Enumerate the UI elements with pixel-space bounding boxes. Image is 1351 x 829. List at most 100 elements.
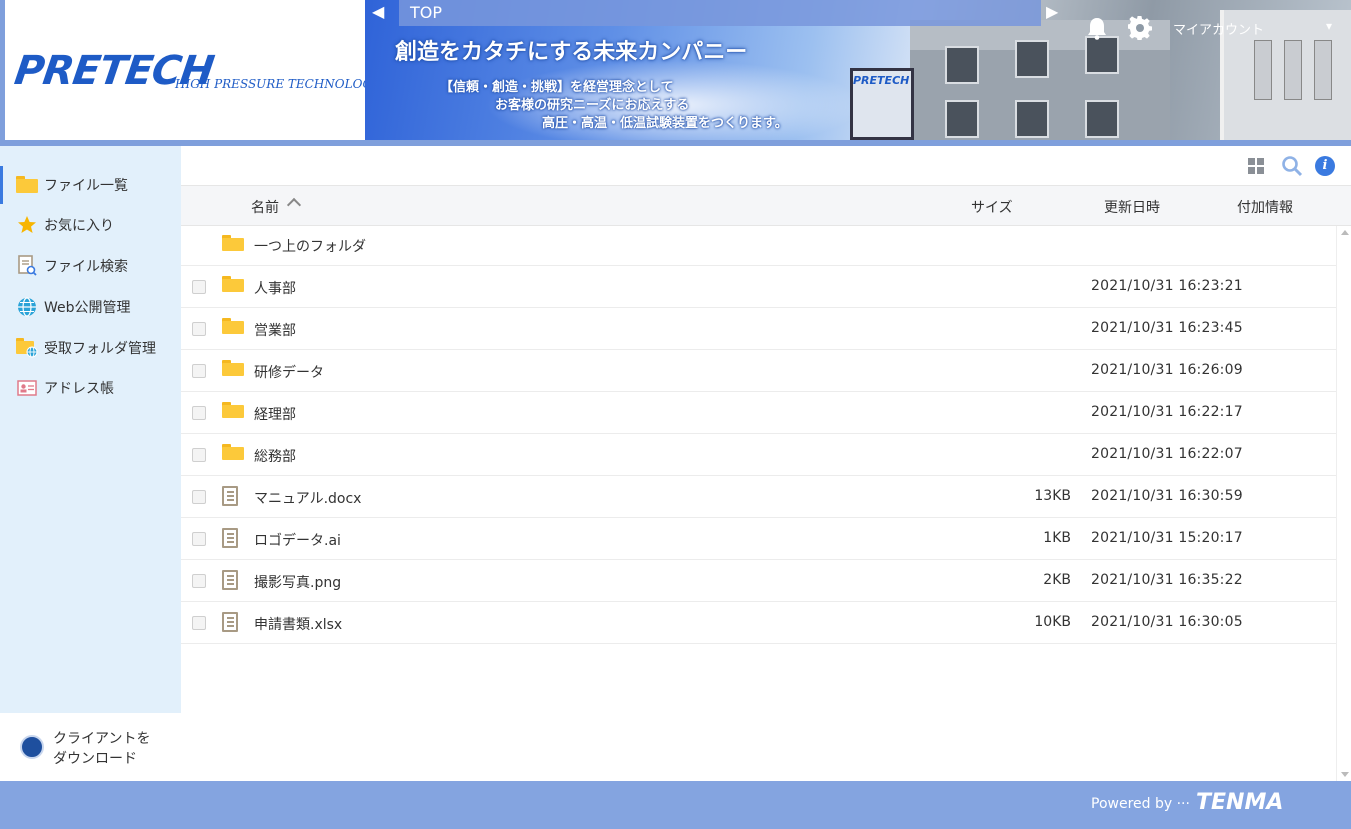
- sort-ascending-icon[interactable]: [286, 197, 302, 213]
- scroll-up-icon[interactable]: [1341, 230, 1349, 235]
- header: PRETECH HIGH PRESSURE TECHNOLOGY PRETECH…: [0, 0, 1351, 146]
- column-header-name[interactable]: 名前: [251, 197, 279, 217]
- file-updated: 2021/10/31 16:22:17: [1091, 404, 1243, 420]
- sidebar-item-label: Web公開管理: [44, 300, 131, 316]
- table-row[interactable]: 申請書類.xlsx 10KB 2021/10/31 16:30:05: [181, 602, 1336, 644]
- machine-panel: [1314, 40, 1332, 100]
- tab-top[interactable]: TOP: [410, 3, 442, 22]
- powered-by-label: Powered by ···: [1091, 796, 1190, 812]
- file-name: 経理部: [254, 407, 296, 423]
- banner-line-2: お客様の研究ニーズにお応えする: [495, 98, 690, 113]
- file-name: 撮影写真.png: [254, 575, 342, 591]
- sidebar-item-label: ファイル一覧: [44, 178, 128, 194]
- grid-view-icon[interactable]: [1248, 158, 1264, 174]
- sidebar-item-receive-folder[interactable]: 受取フォルダ管理: [0, 329, 181, 367]
- table-row[interactable]: 撮影写真.png 2KB 2021/10/31 16:35:22: [181, 560, 1336, 602]
- sidebar-item-label: アドレス帳: [44, 381, 114, 397]
- row-checkbox[interactable]: [192, 616, 206, 630]
- toolbar: i: [181, 146, 1351, 186]
- address-book-icon: [16, 377, 38, 399]
- vertical-scrollbar[interactable]: [1336, 226, 1351, 781]
- gear-icon[interactable]: [1127, 15, 1152, 41]
- table-row[interactable]: 営業部 2021/10/31 16:23:45: [181, 308, 1336, 350]
- table-row[interactable]: 人事部 2021/10/31 16:23:21: [181, 266, 1336, 308]
- sidebar-item-web-publish[interactable]: Web公開管理: [0, 288, 181, 326]
- tab-next-icon[interactable]: ▶: [1046, 2, 1058, 21]
- document-icon: [222, 570, 244, 590]
- banner-window: [945, 46, 979, 84]
- column-header-size[interactable]: サイズ: [971, 197, 1013, 217]
- info-icon[interactable]: i: [1315, 156, 1335, 176]
- sidebar-item-label: 受取フォルダ管理: [44, 341, 156, 357]
- download-client-label-line1: クライアントを: [53, 731, 151, 747]
- banner-window: [945, 100, 979, 138]
- row-checkbox[interactable]: [192, 490, 206, 504]
- file-name: 営業部: [254, 323, 296, 339]
- folder-icon: [222, 318, 244, 336]
- footer: Powered by ··· TENMA: [0, 781, 1351, 829]
- download-client-link[interactable]: クライアントを ダウンロード: [0, 713, 181, 781]
- globe-download-icon: [20, 735, 44, 759]
- folder-icon: [222, 444, 244, 462]
- scroll-down-icon[interactable]: [1341, 772, 1349, 777]
- banner-line-3: 高圧・高温・低温試験装置をつくります。: [542, 116, 788, 131]
- logo-subtitle: HIGH PRESSURE TECHNOLOGY: [175, 77, 380, 91]
- bell-icon[interactable]: [1086, 16, 1108, 40]
- table-row[interactable]: 研修データ 2021/10/31 16:26:09: [181, 350, 1336, 392]
- file-size: 1KB: [1043, 530, 1071, 546]
- machine-panel: [1284, 40, 1302, 100]
- file-updated: 2021/10/31 16:22:07: [1091, 446, 1243, 462]
- sidebar: ファイル一覧 お気に入り ファイル検索 Web公開管理 受取フォルダ管理 アドレ…: [0, 146, 181, 713]
- row-checkbox[interactable]: [192, 280, 206, 294]
- file-list-panel: i 名前 サイズ 更新日時 付加情報 一つ上のフォルダ 人事部 2021/10/…: [181, 146, 1351, 781]
- file-size: 10KB: [1034, 614, 1071, 630]
- sidebar-item-file-search[interactable]: ファイル検索: [0, 247, 181, 285]
- table-row[interactable]: マニュアル.docx 13KB 2021/10/31 16:30:59: [181, 476, 1336, 518]
- sidebar-item-address-book[interactable]: アドレス帳: [0, 369, 181, 407]
- table-row[interactable]: 総務部 2021/10/31 16:22:07: [181, 434, 1336, 476]
- column-header-updated[interactable]: 更新日時: [1104, 197, 1160, 217]
- banner-window: [1085, 36, 1119, 74]
- file-size: 2KB: [1043, 572, 1071, 588]
- table-row-parent-folder[interactable]: 一つ上のフォルダ: [181, 226, 1336, 266]
- folder-icon: [222, 235, 244, 253]
- column-header-extra[interactable]: 付加情報: [1237, 197, 1293, 217]
- banner-headline: 創造をカタチにする未来カンパニー: [395, 40, 748, 65]
- my-account-menu[interactable]: マイアカウント: [1173, 19, 1264, 38]
- row-checkbox[interactable]: [192, 448, 206, 462]
- file-updated: 2021/10/31 16:26:09: [1091, 362, 1243, 378]
- table-row[interactable]: 経理部 2021/10/31 16:22:17: [181, 392, 1336, 434]
- logo[interactable]: PRETECH HIGH PRESSURE TECHNOLOGY: [5, 0, 380, 140]
- file-name: 研修データ: [254, 365, 324, 381]
- folder-icon: [222, 276, 244, 294]
- sidebar-item-file-list[interactable]: ファイル一覧: [0, 166, 181, 204]
- table-row[interactable]: ロゴデータ.ai 1KB 2021/10/31 15:20:17: [181, 518, 1336, 560]
- row-checkbox[interactable]: [192, 364, 206, 378]
- banner-window: [1015, 40, 1049, 78]
- row-checkbox[interactable]: [192, 322, 206, 336]
- file-updated: 2021/10/31 16:23:21: [1091, 278, 1243, 294]
- document-icon: [222, 612, 244, 632]
- sidebar-item-label: お気に入り: [44, 218, 114, 234]
- folder-globe-icon: [16, 337, 38, 359]
- document-icon: [222, 528, 244, 548]
- file-updated: 2021/10/31 16:23:45: [1091, 320, 1243, 336]
- sidebar-item-label: ファイル検索: [44, 259, 128, 275]
- document-icon: [222, 486, 244, 506]
- sidebar-item-favorites[interactable]: お気に入り: [0, 206, 181, 244]
- row-checkbox[interactable]: [192, 574, 206, 588]
- chevron-down-icon[interactable]: ▾: [1326, 19, 1332, 33]
- footer-brand-logo[interactable]: TENMA: [1196, 790, 1283, 815]
- star-icon: [16, 214, 38, 236]
- file-name: ロゴデータ.ai: [254, 533, 341, 549]
- tab-prev-icon[interactable]: ◀: [372, 2, 384, 21]
- file-size: 13KB: [1034, 488, 1071, 504]
- table-header: 名前 サイズ 更新日時 付加情報: [181, 186, 1351, 226]
- row-checkbox[interactable]: [192, 406, 206, 420]
- banner-line-1: 【信頼・創造・挑戦】を経営理念として: [440, 80, 674, 95]
- search-icon[interactable]: [1281, 155, 1303, 177]
- folder-icon: [222, 402, 244, 420]
- banner-sign-text: PRETECH: [853, 74, 910, 87]
- machine-panel: [1254, 40, 1272, 100]
- row-checkbox[interactable]: [192, 532, 206, 546]
